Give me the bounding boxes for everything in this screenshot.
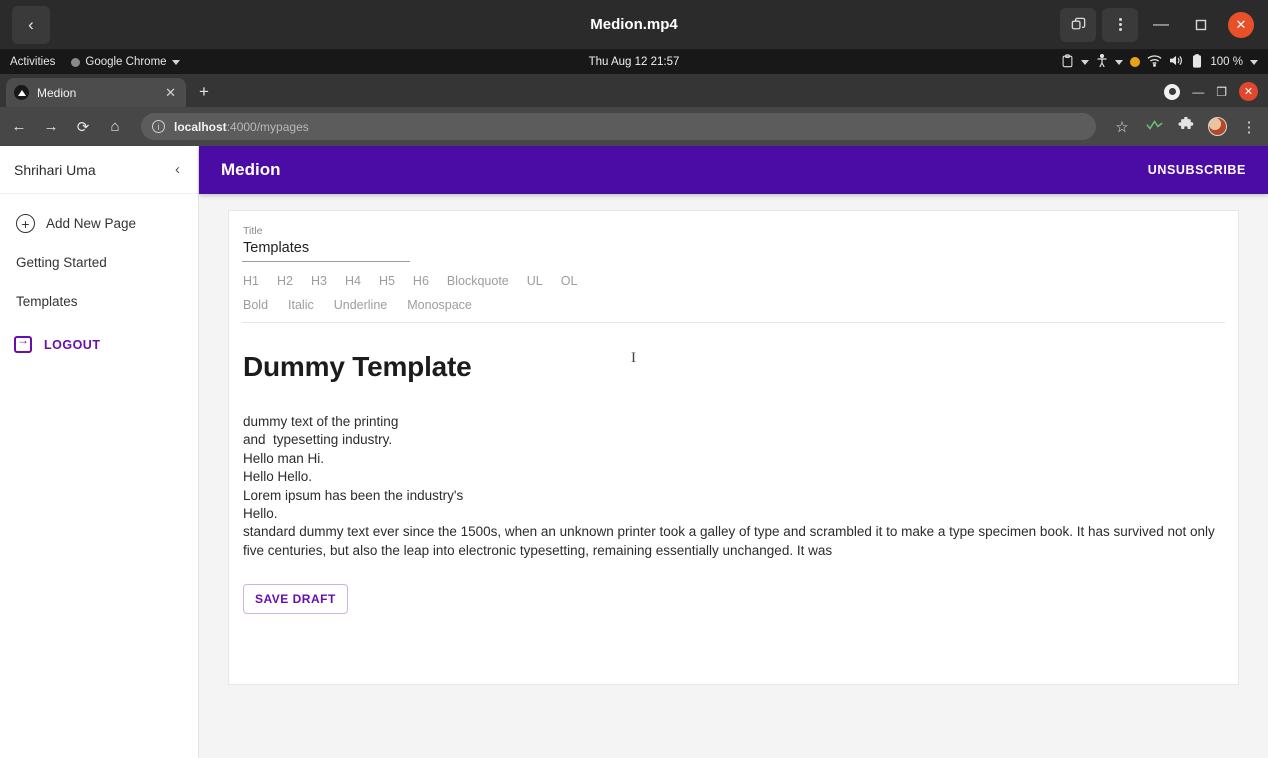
window-controls: — ✕: [1060, 7, 1260, 42]
save-draft-button[interactable]: SAVE DRAFT: [243, 584, 348, 615]
site-info-icon[interactable]: i: [152, 120, 165, 133]
app-bar-title: Medion: [221, 160, 281, 179]
address-bar-url: localhost:4000/mypages: [174, 120, 309, 134]
format-button-h4[interactable]: H4: [345, 274, 361, 288]
sidebar-item-label: Getting Started: [16, 255, 107, 270]
document-body[interactable]: dummy text of the printing and typesetti…: [243, 413, 1224, 560]
sidebar: Shrihari Uma ‹ + Add New Page Getting St…: [0, 146, 199, 758]
clipboard-chevron-icon[interactable]: [1081, 59, 1090, 65]
active-app-label: Google Chrome: [85, 56, 167, 68]
volume-icon[interactable]: [1169, 54, 1184, 70]
format-button-h2[interactable]: H2: [277, 274, 293, 288]
window-minimize-button[interactable]: —: [1144, 8, 1178, 42]
sidebar-collapse-icon[interactable]: ‹: [175, 161, 184, 178]
browser-tab-strip: Medion ✕ + — ❐ ✕: [0, 74, 1268, 107]
new-tab-button[interactable]: +: [190, 78, 218, 106]
activities-button[interactable]: Activities: [10, 56, 55, 68]
profile-avatar[interactable]: [1208, 117, 1227, 136]
logout-icon: [14, 334, 32, 353]
sidebar-header: Shrihari Uma ‹: [0, 146, 198, 194]
format-button-h6[interactable]: H6: [413, 274, 429, 288]
accessibility-icon[interactable]: [1096, 53, 1108, 71]
clipboard-icon[interactable]: [1061, 53, 1074, 71]
sidebar-username: Shrihari Uma: [14, 161, 96, 178]
window-titlebar: ‹ Medion.mp4 — ✕: [0, 0, 1268, 50]
sidebar-item-label: Templates: [16, 294, 78, 309]
url-path: :4000/mypages: [226, 119, 309, 134]
wave-extension-icon[interactable]: [1144, 118, 1164, 136]
format-button-underline[interactable]: Underline: [334, 298, 388, 312]
document-editor[interactable]: Dummy Template dummy text of the printin…: [242, 323, 1225, 615]
format-button-monospace[interactable]: Monospace: [407, 298, 472, 312]
home-icon[interactable]: ⌂: [105, 118, 125, 135]
document-heading: Dummy Template: [243, 351, 472, 382]
window-close-button[interactable]: ✕: [1228, 11, 1254, 38]
app-body: Shrihari Uma ‹ + Add New Page Getting St…: [0, 146, 1268, 758]
plus-circle-icon: +: [16, 214, 35, 233]
unsubscribe-button[interactable]: UNSUBSCRIBE: [1148, 163, 1246, 177]
back-icon[interactable]: ←: [9, 118, 29, 135]
format-toolbar-row-1: H1 H2 H3 H4 H5 H6 Blockquote UL OL: [243, 274, 1225, 288]
battery-icon[interactable]: [1191, 53, 1203, 71]
browser-minimize-button[interactable]: —: [1192, 85, 1204, 99]
format-button-italic[interactable]: Italic: [288, 298, 314, 312]
window-maximize-button[interactable]: [1184, 8, 1218, 42]
format-button-h5[interactable]: H5: [379, 274, 395, 288]
url-host: localhost: [174, 119, 227, 134]
sidebar-nav: + Add New Page Getting Started Templates…: [0, 194, 198, 364]
content-region: Title Templates H1 H2 H3 H4 H5 H6 Blockq…: [199, 194, 1268, 758]
format-button-ul[interactable]: UL: [527, 274, 543, 288]
browser-tab[interactable]: Medion ✕: [6, 78, 186, 107]
text-cursor-icon: I: [631, 350, 636, 367]
title-field-label: Title: [243, 225, 263, 237]
format-button-blockquote[interactable]: Blockquote: [447, 274, 509, 288]
bookmark-star-icon[interactable]: ☆: [1112, 118, 1132, 136]
active-app-menu[interactable]: Google Chrome: [71, 56, 180, 68]
accessibility-chevron-icon[interactable]: [1115, 59, 1124, 65]
browser-menu-icon[interactable]: ⋮: [1239, 118, 1259, 136]
window-back-button[interactable]: ‹: [12, 5, 50, 44]
format-button-ol[interactable]: OL: [561, 274, 578, 288]
window-overflow-menu-icon[interactable]: [1102, 7, 1138, 42]
forward-icon[interactable]: →: [41, 118, 61, 135]
format-button-bold[interactable]: Bold: [243, 298, 268, 312]
logout-button[interactable]: LOGOUT: [0, 325, 198, 364]
chevron-down-icon: [171, 59, 180, 65]
extensions-puzzle-icon[interactable]: [1176, 116, 1196, 137]
chrome-icon: [71, 57, 81, 67]
battery-chevron-icon[interactable]: [1250, 59, 1258, 65]
system-tray: 100 %: [1061, 53, 1258, 71]
tab-close-icon[interactable]: ✕: [163, 85, 178, 101]
editor-card: Title Templates H1 H2 H3 H4 H5 H6 Blockq…: [228, 210, 1239, 685]
site-favicon-icon: [14, 85, 29, 100]
wifi-icon[interactable]: [1147, 54, 1162, 70]
sidebar-item-label: Add New Page: [46, 216, 137, 231]
format-button-h1[interactable]: H1: [243, 274, 259, 288]
restore-window-icon[interactable]: [1060, 7, 1096, 42]
battery-percent: 100 %: [1210, 56, 1243, 68]
title-input[interactable]: Templates: [242, 240, 410, 262]
browser-toolbar: ← → ⟳ ⌂ i localhost:4000/mypages ☆ ⋮: [0, 107, 1268, 146]
reload-icon[interactable]: ⟳: [73, 118, 93, 136]
sidebar-item-templates[interactable]: Templates: [0, 282, 198, 321]
gnome-top-bar: Activities Google Chrome Thu Aug 12 21:5…: [0, 50, 1268, 74]
browser-maximize-button[interactable]: ❐: [1216, 85, 1227, 99]
sidebar-item-getting-started[interactable]: Getting Started: [0, 243, 198, 282]
app-bar: Medion UNSUBSCRIBE: [199, 146, 1268, 194]
main-area: Medion UNSUBSCRIBE Title Templates H1 H2…: [199, 146, 1268, 758]
overflow-dots: [1118, 18, 1122, 31]
profile-status-icon[interactable]: [1164, 83, 1181, 100]
address-bar[interactable]: i localhost:4000/mypages: [141, 113, 1096, 140]
tab-title: Medion: [37, 85, 77, 100]
format-toolbar-row-2: Bold Italic Underline Monospace: [243, 298, 1225, 312]
format-button-h3[interactable]: H3: [311, 274, 327, 288]
title-field[interactable]: Title Templates: [242, 225, 410, 262]
browser-close-button[interactable]: ✕: [1239, 82, 1258, 101]
logout-label: LOGOUT: [44, 337, 101, 352]
sidebar-item-add-new-page[interactable]: + Add New Page: [0, 204, 198, 243]
status-dot-icon: [1130, 57, 1141, 67]
